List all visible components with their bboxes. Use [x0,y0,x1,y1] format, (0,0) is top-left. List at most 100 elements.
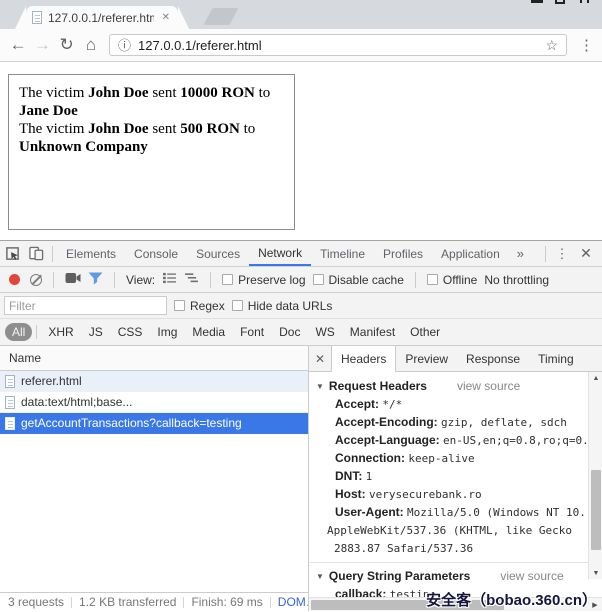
request-details-panel: ✕ Headers Preview Response Timing ▼ Requ… [309,346,602,611]
header-line: Accept-Language: en-US,en;q=0.8,ro;q=0. [309,431,588,449]
divider [52,246,53,262]
bookmark-star-icon[interactable]: ☆ [545,37,558,54]
throttling-select[interactable]: No throttling [484,273,549,287]
disable-cache-label: Disable cache [329,273,404,287]
name-column-header[interactable]: Name [0,346,308,371]
type-other[interactable]: Other [403,323,447,341]
scrollbar-thumb[interactable] [591,470,601,550]
scroll-down-icon[interactable]: ▼ [589,567,602,579]
divider [114,272,115,288]
request-row[interactable]: referer.html [0,371,308,392]
divider [270,597,271,608]
preserve-log-label: Preserve log [238,273,305,287]
minimize-icon[interactable] [531,0,543,3]
chevron-down-icon[interactable]: ▼ [316,572,324,581]
request-name: referer.html [21,374,82,388]
header-line-continuation: 2883.87 Safari/537.36 [309,539,588,557]
tab-network[interactable]: Network [249,241,311,266]
browser-tab[interactable]: 127.0.0.1/referer.html ✕ [26,6,178,29]
request-list-panel: Name referer.html data:text/html;base...… [0,346,308,592]
divider [53,272,54,288]
home-button[interactable]: ⌂ [81,32,101,58]
filter-input[interactable] [4,296,167,315]
chevron-down-icon[interactable]: ▼ [316,382,324,391]
header-line: Accept-Encoding: gzip, deflate, sdch [309,413,588,431]
tab-profiles[interactable]: Profiles [374,241,432,266]
clear-icon[interactable] [30,274,42,286]
tab-console[interactable]: Console [125,241,187,266]
document-icon [5,396,15,409]
scroll-up-icon[interactable]: ▲ [589,372,602,384]
new-tab-button[interactable] [203,8,238,25]
type-img[interactable]: Img [150,323,184,341]
disable-cache-checkbox[interactable] [313,274,324,285]
section-title: Query String Parameters [329,569,470,583]
waterfall-view-icon[interactable] [184,272,199,287]
screenshot-camera-icon[interactable] [65,272,81,287]
watermark-text: 安全客（bobao.360.cn） [426,589,597,610]
network-filter-row: Regex Hide data URLs [0,293,602,319]
maximize-icon[interactable] [555,0,565,4]
more-tabs-icon[interactable]: » [509,246,532,261]
network-toolbar: View: Preserve log Disable cache Offline… [0,267,602,293]
details-tabbar: ✕ Headers Preview Response Timing [309,346,602,372]
type-js[interactable]: JS [82,323,110,341]
view-source-link[interactable]: view source [500,569,563,583]
inspect-element-icon[interactable] [0,242,24,266]
type-css[interactable]: CSS [111,323,150,341]
divider [183,597,184,608]
filter-funnel-icon[interactable] [88,272,103,288]
tab-response[interactable]: Response [457,346,529,371]
type-all[interactable]: All [5,323,32,341]
view-label: View: [126,273,155,287]
request-row[interactable]: data:text/html;base... [0,392,308,413]
browser-menu-icon[interactable]: ⋮ [579,36,594,54]
type-font[interactable]: Font [233,323,271,341]
type-ws[interactable]: WS [308,323,341,341]
type-manifest[interactable]: Manifest [343,323,402,341]
tab-headers[interactable]: Headers [331,346,396,372]
regex-checkbox[interactable] [174,300,185,311]
address-bar[interactable]: ⓘ 127.0.0.1/referer.html ☆ [109,34,567,56]
document-icon [5,375,15,388]
tab-elements[interactable]: Elements [57,241,125,266]
tab-close-icon[interactable]: ✕ [160,12,172,23]
record-icon[interactable] [9,274,20,285]
device-toolbar-icon[interactable] [24,242,48,266]
back-button[interactable]: ← [8,32,28,58]
devtools-tabbar: Elements Console Sources Network Timelin… [0,241,602,267]
network-status-bar: 3 requests 1.2 KB transferred Finish: 69… [0,592,308,611]
forward-button[interactable]: → [32,32,52,58]
divider [545,246,546,262]
page-info-icon[interactable]: ⓘ [118,39,131,52]
preserve-log-checkbox[interactable] [222,274,233,285]
devtools-close-icon[interactable]: ✕ [574,245,598,262]
transferred-size: 1.2 KB transferred [79,595,176,609]
tab-timeline[interactable]: Timeline [311,241,374,266]
tab-sources[interactable]: Sources [187,241,249,266]
offline-checkbox[interactable] [427,274,438,285]
view-source-link[interactable]: view source [457,379,520,393]
request-name: getAccountTransactions?callback=testing [21,416,242,430]
tab-application[interactable]: Application [432,241,509,266]
devtools-menu-icon[interactable]: ⋮ [550,246,574,262]
query-string-section[interactable]: ▼ Query String Parameters view source [309,567,588,585]
request-headers-section[interactable]: ▼ Request Headers view source [309,377,588,395]
hide-data-urls-checkbox[interactable] [232,300,243,311]
vertical-scrollbar[interactable]: ▲ ▼ [588,372,602,579]
header-line: Accept: */* [309,395,588,413]
close-details-icon[interactable]: ✕ [309,346,331,371]
reload-button[interactable]: ↻ [57,32,77,58]
request-row-selected[interactable]: getAccountTransactions?callback=testing [0,413,308,434]
header-line-continuation: AppleWebKit/537.36 (KHTML, like Gecko [309,521,588,539]
type-doc[interactable]: Doc [272,323,307,341]
close-window-icon[interactable] [580,0,589,3]
url-text[interactable]: 127.0.0.1/referer.html [138,38,538,53]
section-title: Request Headers [329,379,427,393]
divider [71,597,72,608]
list-view-icon[interactable] [162,272,177,287]
type-media[interactable]: Media [185,323,232,341]
tab-preview[interactable]: Preview [396,346,457,371]
type-xhr[interactable]: XHR [41,323,80,341]
tab-timing[interactable]: Timing [529,346,583,371]
